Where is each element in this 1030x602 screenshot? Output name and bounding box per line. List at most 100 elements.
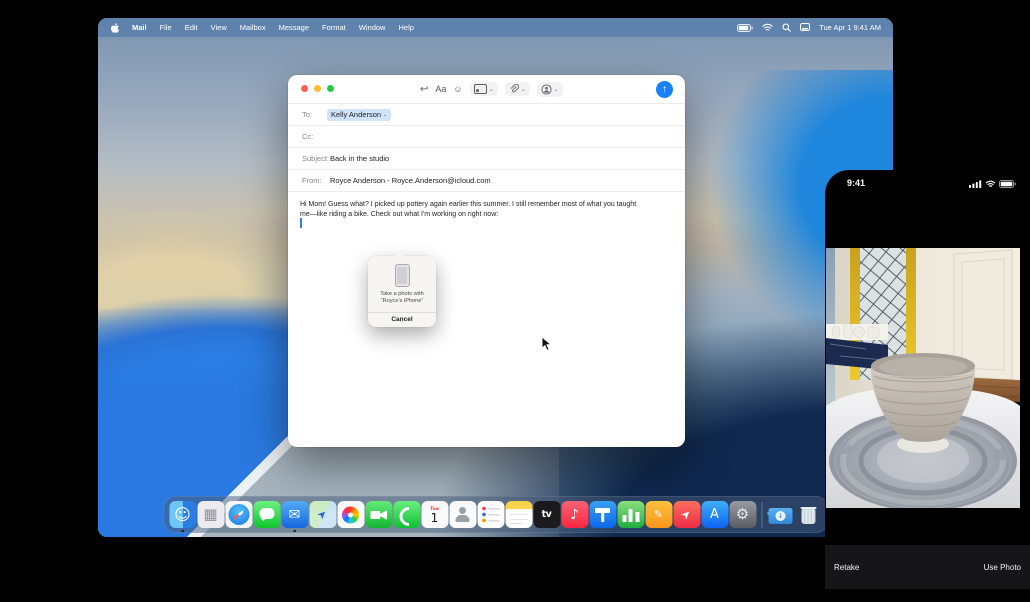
dock-divider — [761, 502, 762, 528]
dock-numbers[interactable] — [617, 501, 644, 528]
running-indicator — [293, 530, 296, 533]
chevron-down-icon: ⌄ — [383, 112, 387, 118]
pages-icon: ✎ — [645, 501, 672, 528]
music-icon: ♪ — [561, 501, 588, 528]
dock-downloads[interactable] — [767, 501, 794, 528]
dock-tv[interactable]: tv — [533, 501, 560, 528]
iphone-clock: 9:41 — [847, 178, 865, 188]
phone-icon — [393, 501, 420, 528]
menu-bar: Mail File Edit View Mailbox Message Format Wind… — [98, 18, 893, 37]
mac-display: Mail File Edit View Mailbox Message Format Wind… — [98, 18, 893, 537]
rocket-icon: ➤ — [673, 501, 700, 528]
paperclip-icon — [509, 84, 519, 94]
dock-settings[interactable]: ⚙ — [729, 501, 756, 528]
dock-maps[interactable]: ➤ — [309, 501, 336, 528]
minimize-window-button[interactable] — [314, 85, 321, 92]
menu-item-message[interactable]: Message — [279, 23, 309, 32]
menu-item-help[interactable]: Help — [398, 23, 413, 32]
dock-phone[interactable] — [393, 501, 420, 528]
photo-browser-icon — [474, 84, 487, 94]
dock-contacts[interactable] — [449, 501, 476, 528]
undo-button[interactable]: ↩ — [420, 84, 428, 95]
dock-launchpad[interactable]: ▦ — [197, 501, 224, 528]
calendar-icon: Tue1 — [421, 501, 448, 528]
dock-reminders[interactable] — [477, 501, 504, 528]
retake-button[interactable]: Retake — [834, 563, 859, 572]
dock-finder[interactable]: ☺ — [169, 501, 196, 528]
window-titlebar[interactable]: ↩ Aa ☺ ⌄ ⌄ ⌄ ↑ — [288, 75, 685, 104]
search-icon[interactable] — [782, 23, 791, 32]
use-photo-button[interactable]: Use Photo — [984, 563, 1021, 572]
numbers-icon — [617, 501, 644, 528]
app-menus: Mail File Edit View Mailbox Message Format Wind… — [132, 23, 414, 32]
downloads-icon — [767, 501, 794, 528]
safari-icon — [225, 501, 252, 528]
wifi-icon[interactable] — [762, 23, 773, 32]
dock-trash[interactable] — [795, 501, 822, 528]
menu-item-view[interactable]: View — [211, 23, 227, 32]
tv-icon: tv — [533, 501, 560, 528]
dock-calendar[interactable]: Tue1 — [421, 501, 448, 528]
message-body[interactable]: Hi Mom! Guess what? I picked up pottery … — [288, 192, 660, 220]
dock-safari[interactable] — [225, 501, 252, 528]
trash-icon — [795, 501, 822, 528]
mail-icon: ✉ — [281, 501, 308, 528]
chevron-down-icon: ⌄ — [554, 86, 559, 93]
menu-item-format[interactable]: Format — [322, 23, 346, 32]
settings-icon: ⚙ — [729, 501, 756, 528]
text-caret — [300, 218, 302, 228]
running-indicator — [181, 530, 184, 533]
display-icon[interactable] — [800, 23, 810, 32]
continuity-camera-popover: Take a photo with “Royce’s iPhone” Cance… — [368, 256, 436, 327]
menu-item-edit[interactable]: Edit — [185, 23, 198, 32]
mail-compose-window: ↩ Aa ☺ ⌄ ⌄ ⌄ ↑ — [288, 75, 685, 447]
maps-icon: ➤ — [309, 501, 336, 528]
menu-item-file[interactable]: File — [160, 23, 172, 32]
dock-mail[interactable]: ✉ — [281, 501, 308, 528]
menu-item-mail[interactable]: Mail — [132, 23, 147, 32]
dock-messages[interactable] — [253, 501, 280, 528]
finder-icon: ☺ — [169, 501, 196, 528]
dock-photos[interactable] — [337, 501, 364, 528]
keynote-icon — [589, 501, 616, 528]
send-button[interactable]: ↑ — [656, 81, 673, 98]
apple-menu-icon[interactable] — [110, 23, 120, 33]
iphone-icon — [395, 264, 410, 287]
cc-field[interactable]: Cc: — [288, 126, 685, 148]
menu-item-window[interactable]: Window — [359, 23, 386, 32]
messages-icon — [253, 501, 280, 528]
dock-pages[interactable]: ✎ — [645, 501, 672, 528]
dock: ☺▦✉➤Tue1tv♪✎➤A⚙ — [163, 496, 828, 533]
iphone-status-bar: 9:41 — [825, 170, 1030, 196]
app-store-icon: A — [701, 501, 728, 528]
close-window-button[interactable] — [301, 85, 308, 92]
screenshot-stage: Mail File Edit View Mailbox Message Format Wind… — [0, 0, 1030, 602]
attach-file-button[interactable]: ⌄ — [505, 82, 530, 96]
photo-browser-button[interactable]: ⌄ — [470, 82, 498, 96]
format-button[interactable]: Aa — [435, 84, 446, 94]
dock-notes[interactable] — [505, 501, 532, 528]
cancel-button[interactable]: Cancel — [368, 313, 436, 327]
subject-field[interactable]: Subject: Back in the studio — [288, 148, 685, 170]
cellular-icon — [969, 180, 982, 188]
dock-facetime[interactable] — [365, 501, 392, 528]
chevron-down-icon: ⌄ — [489, 86, 494, 93]
to-field[interactable]: To: Kelly Anderson ⌄ — [288, 104, 685, 126]
battery-icon — [999, 180, 1016, 188]
dock-app-store[interactable]: A — [701, 501, 728, 528]
dock-music[interactable]: ♪ — [561, 501, 588, 528]
battery-icon[interactable] — [737, 24, 753, 32]
insert-from-iphone-button[interactable]: ⌄ — [537, 82, 563, 97]
wifi-icon — [985, 180, 996, 188]
zoom-window-button[interactable] — [327, 85, 334, 92]
contacts-icon — [449, 501, 476, 528]
mouse-cursor — [541, 336, 552, 357]
dock-keynote[interactable] — [589, 501, 616, 528]
from-field[interactable]: From: Royce Anderson - Royce.Anderson@ic… — [288, 170, 685, 192]
chevron-down-icon: ⌄ — [521, 86, 526, 93]
menu-clock[interactable]: Tue Apr 1 9:41 AM — [819, 23, 881, 32]
emoji-button[interactable]: ☺ — [453, 84, 462, 94]
dock-rocket[interactable]: ➤ — [673, 501, 700, 528]
menu-item-mailbox[interactable]: Mailbox — [240, 23, 266, 32]
recipient-token[interactable]: Kelly Anderson ⌄ — [327, 109, 391, 121]
